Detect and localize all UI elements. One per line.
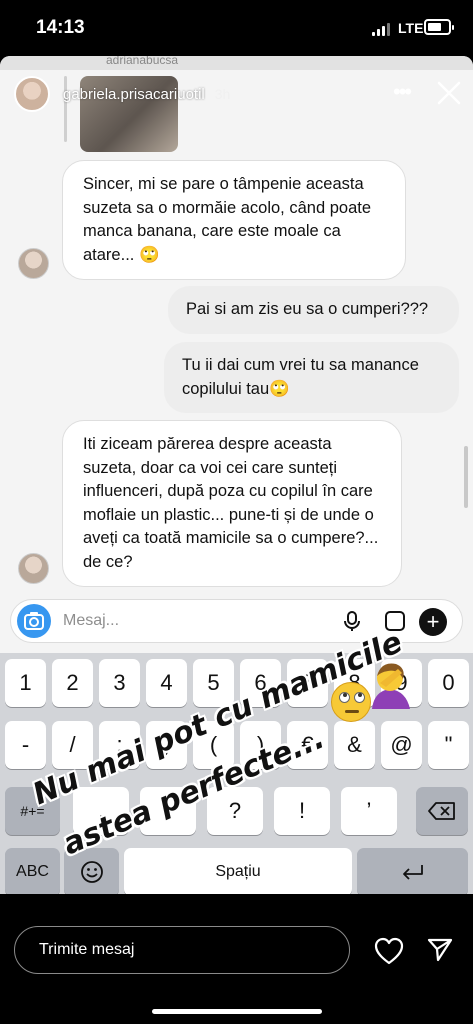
keyboard-key[interactable]: 4 — [146, 659, 187, 707]
clock: 14:13 — [36, 17, 85, 38]
message-outgoing[interactable]: Tu ii dai cum vrei tu sa manance copilul… — [164, 342, 459, 413]
keyboard-key[interactable]: & — [334, 721, 375, 769]
network-label: LTE — [398, 20, 424, 36]
space-key[interactable]: Spațiu — [124, 848, 352, 894]
story-username[interactable]: gabriela.prisacariuotil — [63, 86, 205, 103]
rolling-eyes-emoji-icon — [331, 682, 371, 722]
sender-avatar[interactable] — [18, 553, 49, 584]
dm-header-username: adrianabucsa — [106, 56, 179, 67]
signal-icon — [372, 22, 392, 36]
keyboard-key[interactable]: 2 — [52, 659, 93, 707]
backspace-key[interactable] — [416, 787, 468, 835]
story-reply-bar: Trimite mesaj — [0, 894, 473, 1024]
avatar[interactable] — [14, 76, 50, 112]
story-timestamp: 3h — [214, 86, 231, 102]
keyboard[interactable]: 1234567890 -/:;()€&@" .,?!’ #+= ABC Spaț… — [0, 625, 473, 894]
heart-icon[interactable] — [374, 937, 404, 965]
keyboard-key[interactable]: 3 — [99, 659, 140, 707]
keyboard-key[interactable]: ’ — [341, 787, 397, 835]
plus-icon[interactable]: + — [419, 608, 447, 636]
message-outgoing[interactable]: Pai si am zis eu sa o cumperi??? — [168, 286, 459, 334]
abc-key[interactable]: ABC — [5, 848, 60, 894]
keyboard-key[interactable]: ! — [274, 787, 330, 835]
keyboard-key[interactable]: 1 — [5, 659, 46, 707]
keyboard-key[interactable]: 0 — [428, 659, 469, 707]
microphone-icon[interactable] — [341, 610, 363, 632]
more-horizontal-icon[interactable]: ••• — [393, 80, 417, 104]
keyboard-key[interactable]: " — [428, 721, 469, 769]
home-indicator[interactable] — [152, 1009, 322, 1014]
send-icon[interactable] — [426, 936, 454, 964]
composer-placeholder[interactable]: Mesaj... — [63, 612, 119, 630]
camera-icon[interactable] — [17, 604, 51, 638]
status-bar: 14:13 LTE — [0, 0, 473, 56]
dm-header: adrianabucsa — [0, 56, 473, 70]
sender-avatar[interactable] — [18, 248, 49, 279]
reply-placeholder[interactable]: Trimite mesaj — [39, 941, 134, 959]
battery-icon — [424, 19, 454, 35]
keyboard-key[interactable]: - — [5, 721, 46, 769]
return-key[interactable] — [357, 848, 468, 894]
scrollbar[interactable] — [464, 446, 468, 508]
close-icon[interactable] — [436, 80, 462, 106]
story-view[interactable]: adrianabucsa gabriela.prisacariuotil 3h … — [0, 56, 473, 894]
keyboard-key[interactable]: @ — [381, 721, 422, 769]
message-incoming[interactable]: Sincer, mi se pare o tâmpenie aceasta su… — [62, 160, 406, 280]
message-incoming[interactable]: Iti ziceam părerea despre aceasta suzeta… — [62, 420, 402, 587]
story-author[interactable]: gabriela.prisacariuotil 3h — [14, 76, 230, 112]
battery-level — [428, 23, 441, 31]
facepalm-emoji-icon — [372, 663, 410, 709]
reply-input[interactable]: Trimite mesaj — [14, 926, 350, 974]
